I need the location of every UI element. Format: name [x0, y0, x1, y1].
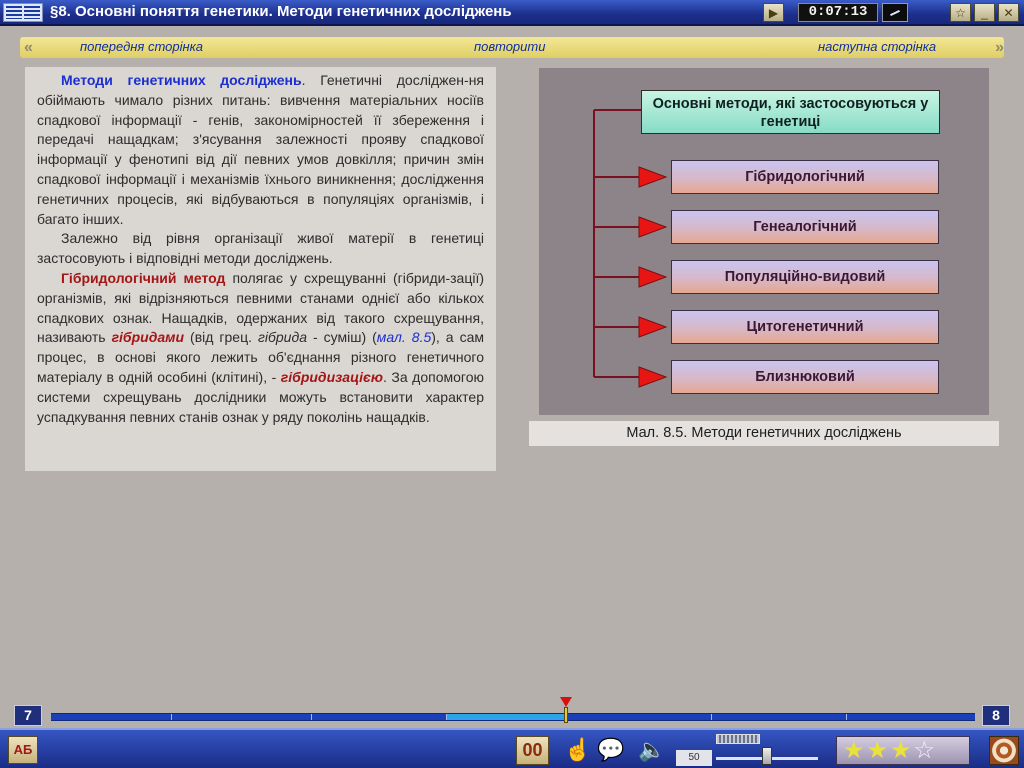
term-hybridological: Гібридологічний метод	[61, 269, 226, 286]
repeat-link[interactable]: повторити	[474, 39, 545, 54]
play-icon: ▶	[768, 5, 779, 20]
term-hybridization: гібридизацією	[280, 368, 383, 385]
play-button[interactable]: ▶	[763, 3, 784, 22]
arrow-icon	[638, 316, 668, 338]
method-cytogenetic: Цитогенетичний	[671, 310, 939, 344]
methods-diagram: Основні методи, які застосовуються у ген…	[539, 68, 989, 415]
prev-page-number[interactable]: 7	[14, 705, 42, 726]
diagram-root: Основні методи, які застосовуються у ген…	[641, 90, 940, 134]
close-button[interactable]: ✕	[998, 3, 1019, 22]
timer-display: 0:07:13	[798, 3, 878, 22]
paragraph-text: - суміш) (	[307, 329, 377, 346]
figure-caption: Мал. 8.5. Методи генетичних досліджень	[529, 421, 999, 446]
next-page-number[interactable]: 8	[982, 705, 1010, 726]
star-empty-icon[interactable]: ☆	[914, 737, 938, 764]
prev-page-link[interactable]: попередня сторінка	[80, 39, 203, 54]
minimize-icon: _	[981, 5, 988, 20]
star-icon[interactable]: ★	[867, 737, 891, 764]
window-title: §8. Основні поняття генетики. Методи ген…	[50, 3, 512, 20]
hand-pointer-icon[interactable]: ☝	[564, 737, 592, 763]
paragraph-text: Залежно від рівня організації живої мате…	[37, 230, 484, 267]
speaker-icon[interactable]: 🔈	[638, 737, 666, 763]
greek-word: гібрида	[258, 329, 307, 346]
close-icon: ✕	[1003, 5, 1014, 20]
paragraph-text: (від грец.	[184, 329, 258, 346]
chevron-right-icon[interactable]: »	[976, 37, 1004, 58]
page-navigation: « попередня сторінка повторити наступна …	[20, 37, 1004, 58]
arrow-icon	[638, 216, 668, 238]
progress-tick	[711, 714, 712, 720]
figure-link[interactable]: мал. 8.5	[377, 329, 431, 345]
favorite-button[interactable]: ☆	[950, 3, 971, 22]
method-twin: Близнюковий	[671, 360, 939, 394]
method-genealogical: Генеалогічний	[671, 210, 939, 244]
paragraph: Гібридологічний метод полягає у схрещува…	[37, 269, 484, 427]
term-methods: Методи генетичних досліджень	[61, 72, 302, 88]
volume-slider-knob[interactable]	[762, 747, 772, 765]
book-icon[interactable]	[3, 3, 43, 22]
speech-bubble-icon[interactable]: 💬	[597, 737, 625, 763]
volume-gauge	[716, 734, 760, 744]
progress-tick	[311, 714, 312, 720]
progress-tick	[171, 714, 172, 720]
rating-stars[interactable]: ★★★☆	[836, 736, 970, 765]
next-page-link[interactable]: наступна сторінка	[818, 39, 936, 54]
text-panel: Методи генетичних досліджень. Генетичні …	[25, 67, 496, 471]
glossary-button[interactable]: АБ	[8, 736, 38, 764]
arrow-icon	[638, 266, 668, 288]
page-progress-bar[interactable]	[51, 713, 975, 721]
star-icon[interactable]: ★	[890, 737, 914, 764]
star-icon: ☆	[955, 5, 966, 20]
volume-value: 50	[676, 750, 712, 766]
chevron-left-icon[interactable]: «	[24, 37, 52, 58]
counter-button[interactable]: 00	[516, 736, 549, 765]
progress-tick	[846, 714, 847, 720]
paragraph-text: . Генетичні досліджен-ня обіймають чимал…	[37, 72, 484, 227]
progress-highlight	[446, 714, 564, 720]
arrow-icon	[638, 166, 668, 188]
method-hybridological: Гібридологічний	[671, 160, 939, 194]
term-hybrids: гібридами	[111, 329, 185, 346]
progress-tick	[446, 714, 447, 720]
bottom-toolbar: АБ 00 ☝ 💬 🔈 50 ★★★☆	[0, 728, 1024, 768]
title-bar: §8. Основні поняття генетики. Методи ген…	[0, 0, 1024, 26]
minimize-button[interactable]: _	[974, 3, 995, 22]
method-population: Популяційно-видовий	[671, 260, 939, 294]
menu-button[interactable]	[989, 736, 1019, 765]
paragraph: Методи генетичних досліджень. Генетичні …	[37, 71, 484, 229]
clock-icon	[882, 3, 908, 22]
progress-marker[interactable]	[560, 697, 572, 725]
star-icon[interactable]: ★	[843, 737, 867, 764]
arrow-icon	[638, 366, 668, 388]
paragraph: Залежно від рівня організації живої мате…	[37, 229, 484, 269]
